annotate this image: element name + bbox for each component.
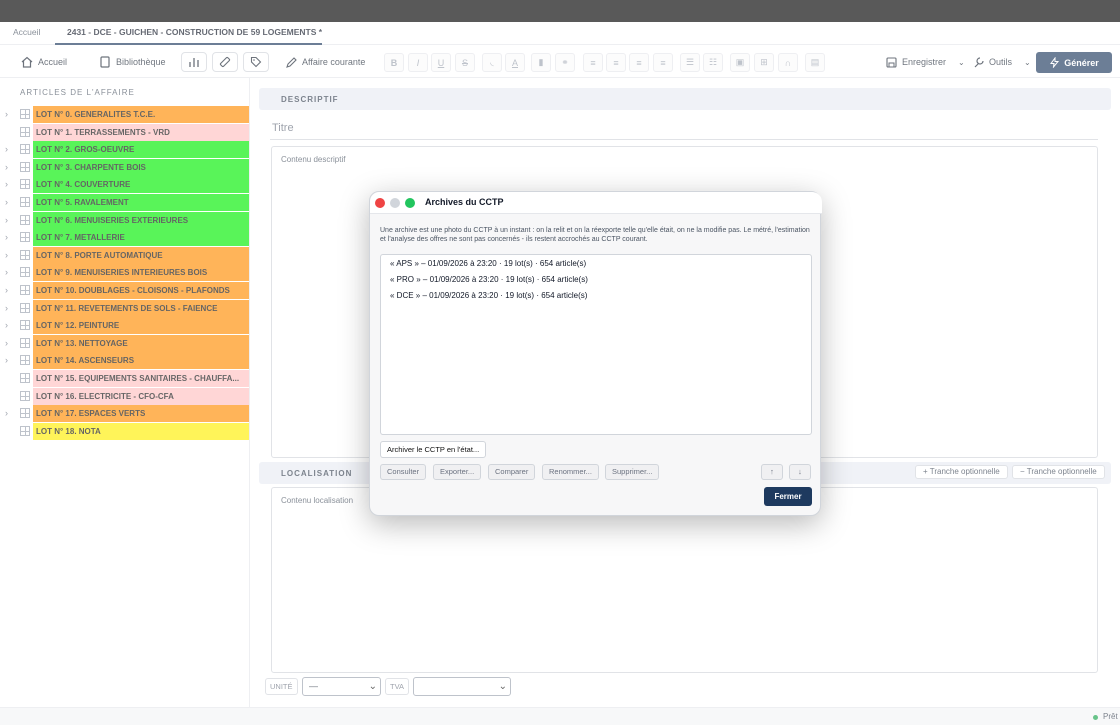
archiver-button[interactable]: Archiver le CCTP en l'état... (380, 441, 487, 458)
move-up-button[interactable]: ↑ (761, 464, 783, 480)
archive-list: « APS » – 01/09/2026 à 23:20 · 19 lot(s)… (380, 254, 812, 435)
renommer-button[interactable]: Renommer... (542, 464, 599, 480)
exporter-button[interactable]: Exporter... (433, 464, 482, 480)
comparer-button[interactable]: Comparer (488, 464, 536, 480)
supprimer-button[interactable]: Supprimer... (605, 464, 660, 480)
dialog-title: Archives du CCTP (425, 197, 504, 207)
close-window-icon[interactable] (375, 198, 385, 208)
archive-item[interactable]: « DCE » – 01/09/2026 à 23:20 · 19 lot(s)… (390, 291, 587, 300)
archives-dialog: Archives du CCTP Une archive est une pho… (369, 191, 822, 516)
minimize-window-icon[interactable] (390, 198, 400, 208)
dialog-title-bar: Archives du CCTP (370, 192, 822, 214)
move-down-button[interactable]: ↓ (789, 464, 811, 480)
archive-item[interactable]: « APS » – 01/09/2026 à 23:20 · 19 lot(s)… (390, 259, 586, 268)
dialog-description: Une archive est une photo du CCTP à un i… (380, 227, 810, 243)
fermer-button[interactable]: Fermer (764, 487, 812, 506)
consulter-button[interactable]: Consulter (380, 464, 427, 480)
maximize-window-icon[interactable] (405, 198, 415, 208)
archive-item[interactable]: « PRO » – 01/09/2026 à 23:20 · 19 lot(s)… (390, 275, 588, 284)
